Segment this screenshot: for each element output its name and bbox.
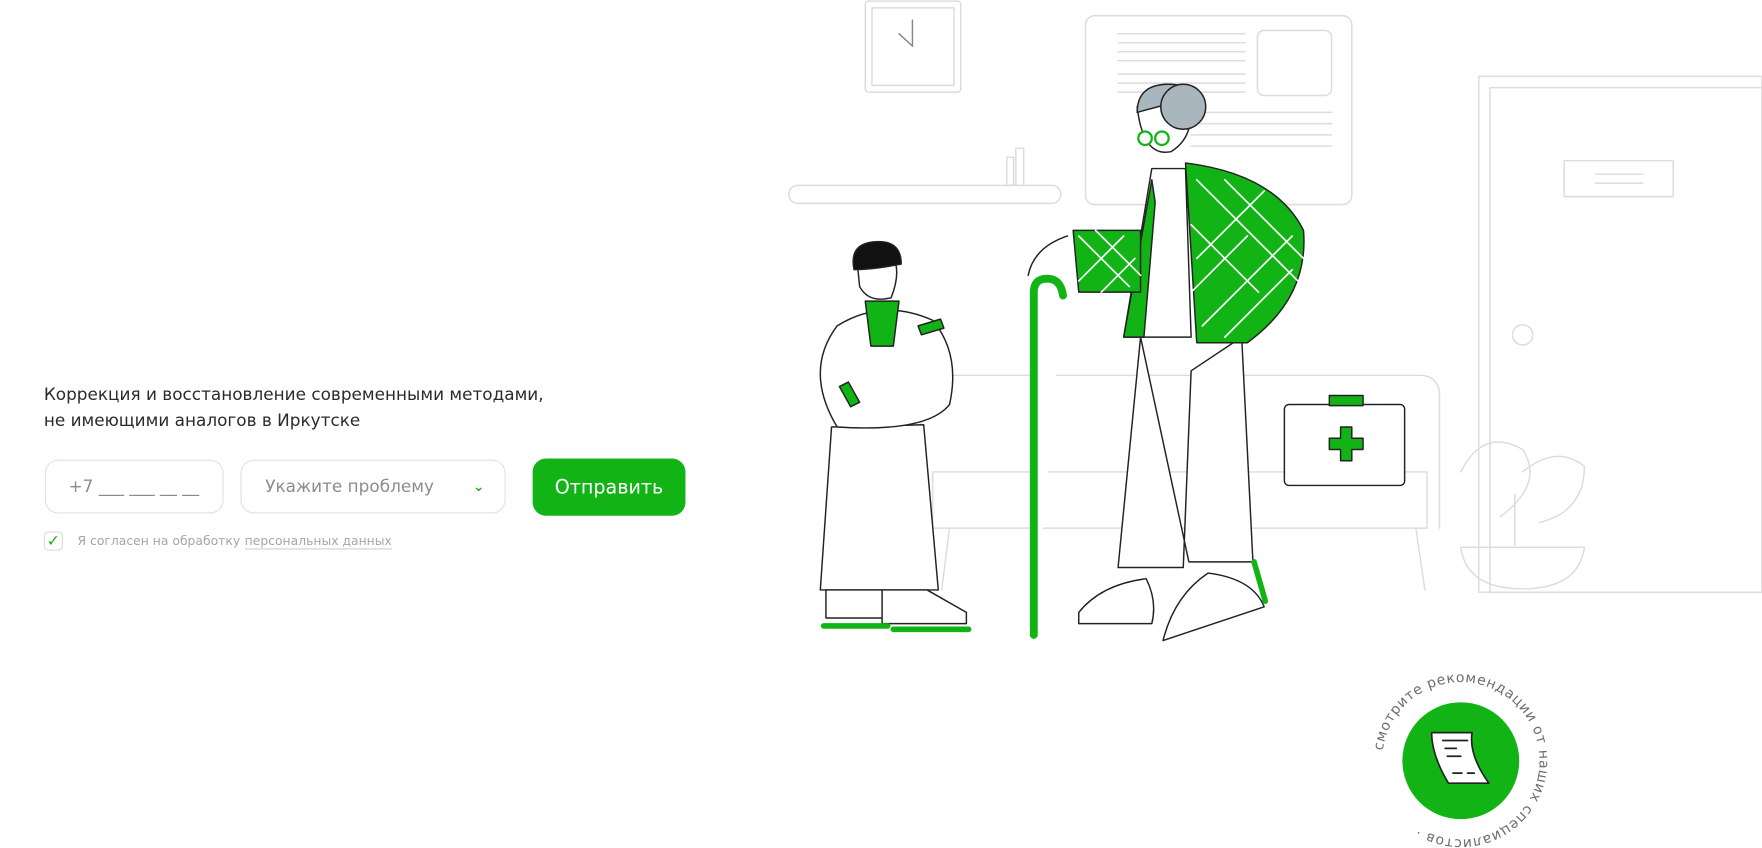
grandma-figure [1027, 83, 1305, 642]
page: Коррекция и восстановление современными … [0, 0, 1762, 848]
illustration: смотрите рекомендации от наших специалис… [788, 0, 1762, 848]
shelf [788, 147, 1062, 205]
first-aid-kit-icon [1283, 394, 1406, 487]
recommendations-badge[interactable]: смотрите рекомендации от наших специалис… [1371, 670, 1552, 848]
wall-clock-icon [864, 0, 962, 93]
boy-figure [819, 240, 972, 633]
door [1478, 75, 1762, 593]
